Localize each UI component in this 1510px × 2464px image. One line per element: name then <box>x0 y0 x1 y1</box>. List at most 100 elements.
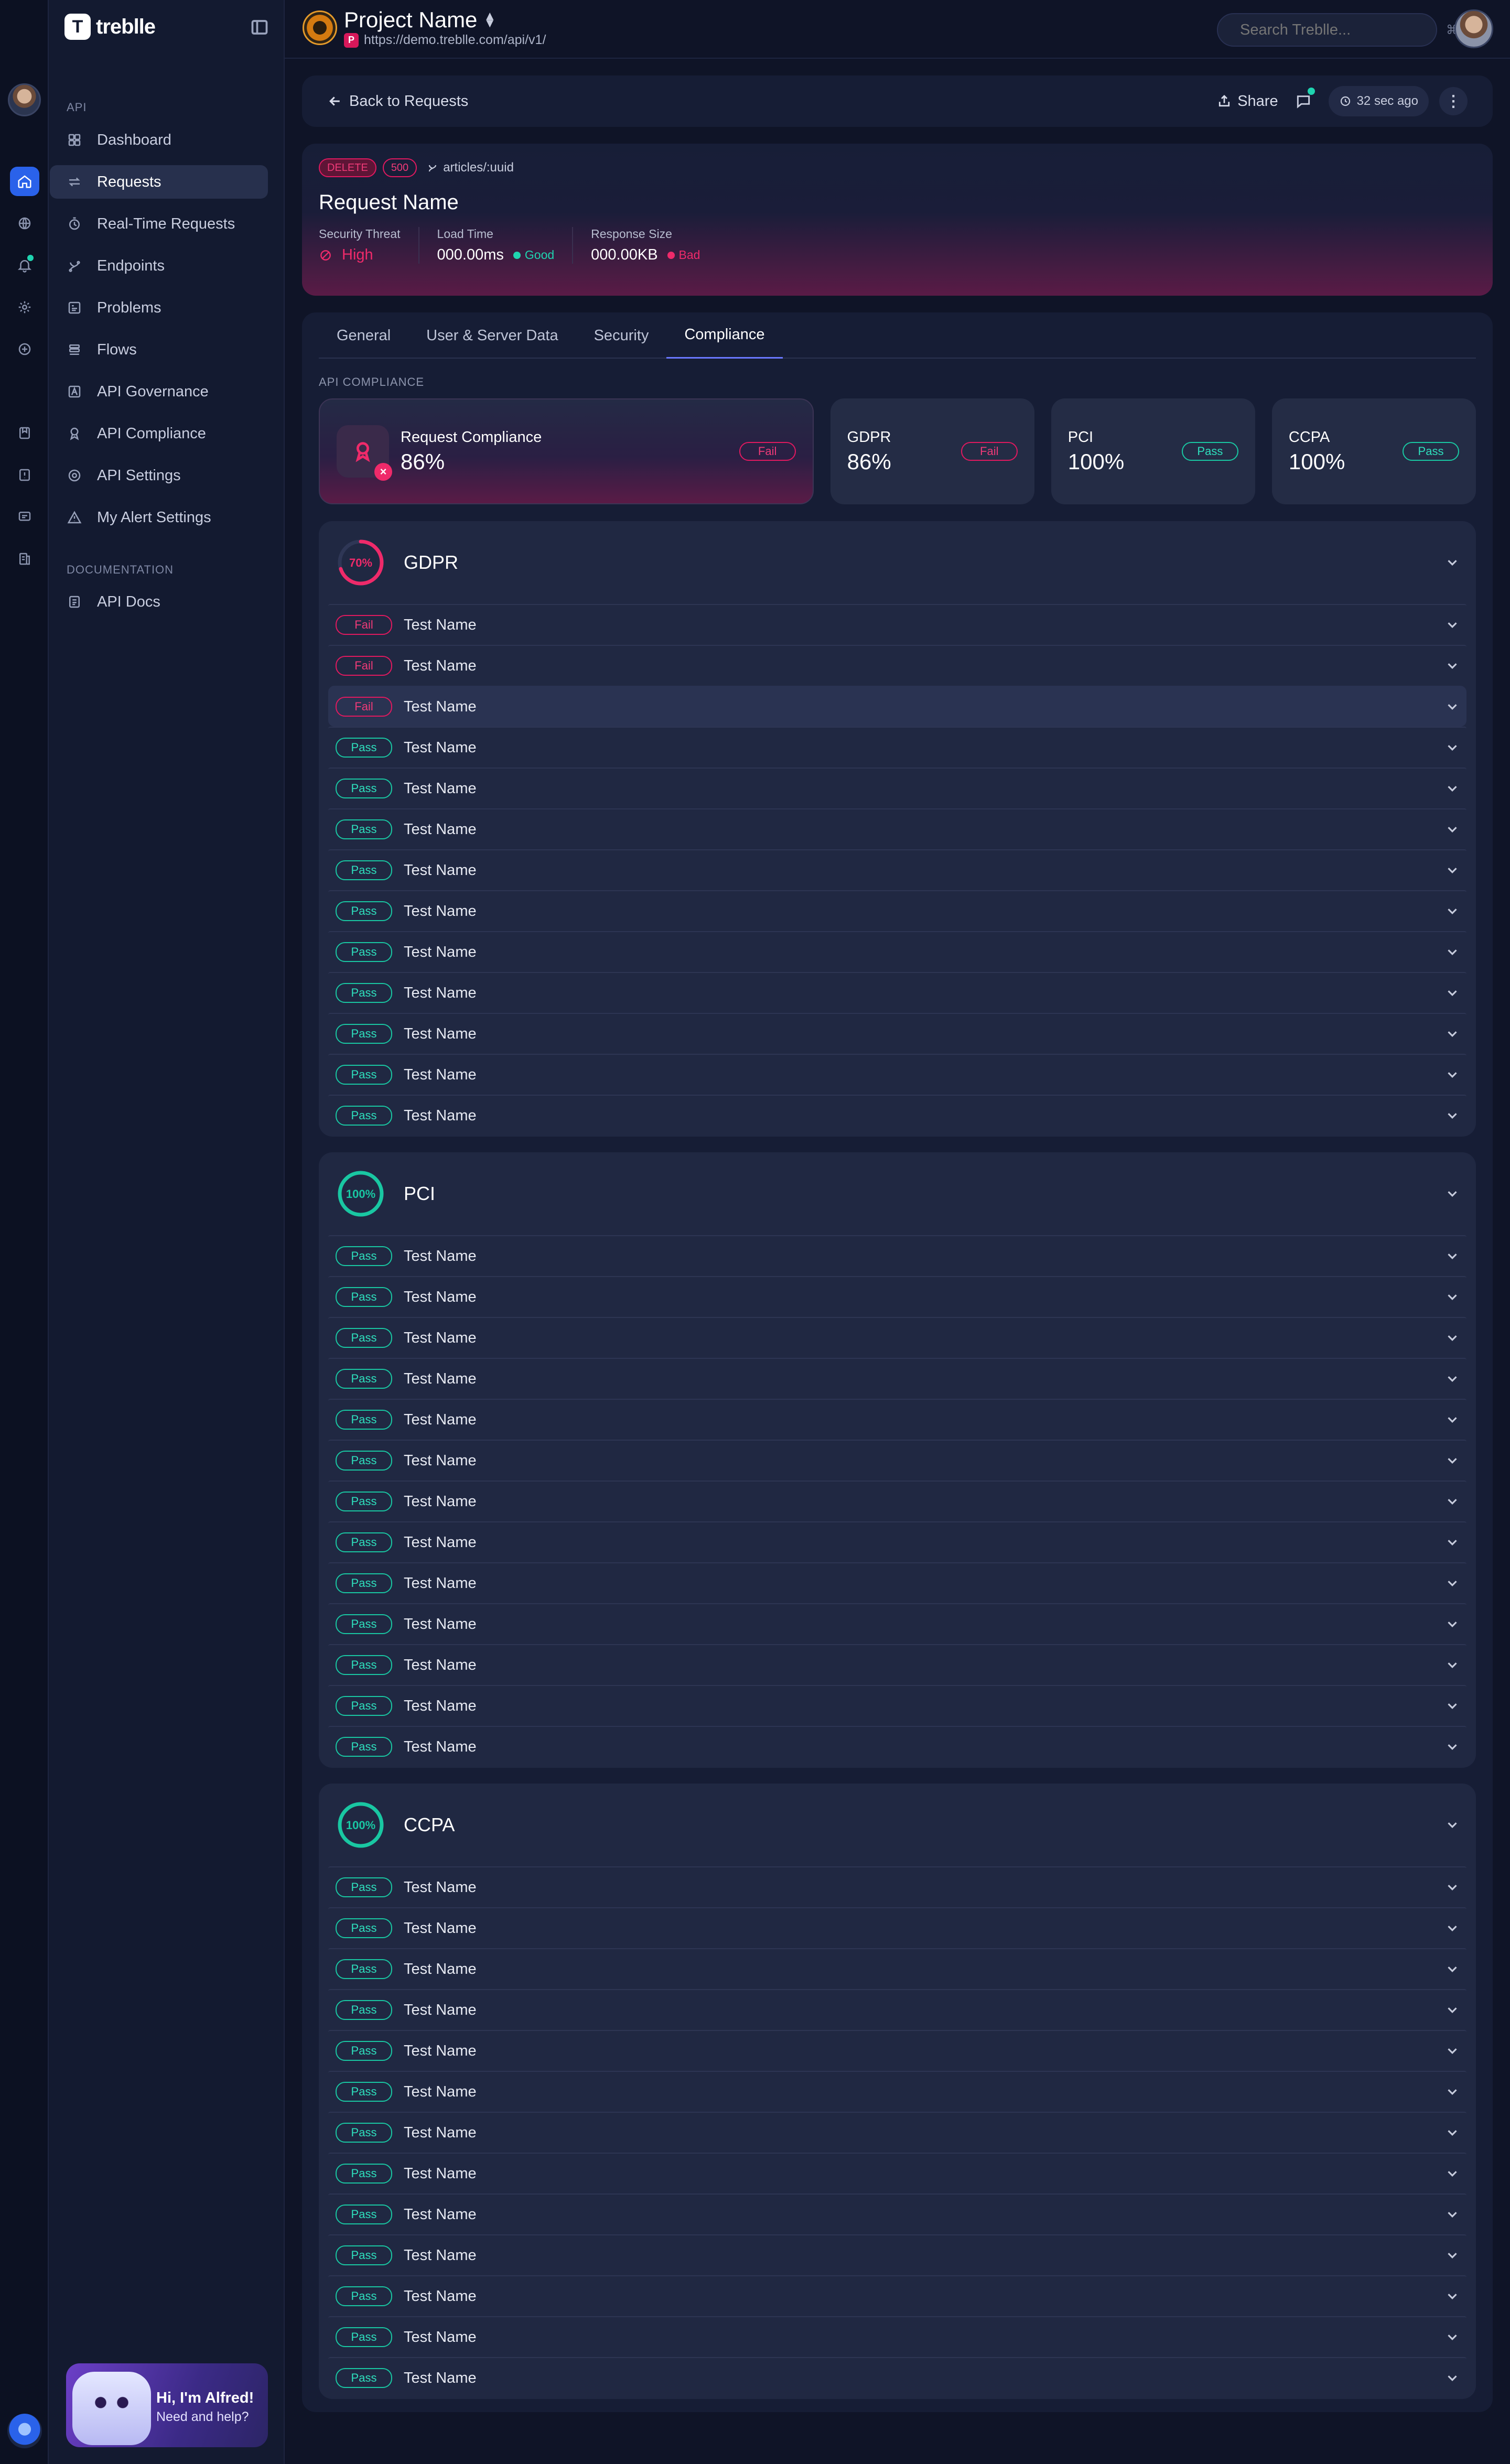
test-row[interactable]: Pass Test Name <box>328 1989 1466 2030</box>
search-bar[interactable]: ⌘K <box>1217 13 1467 47</box>
chevron-down-icon[interactable] <box>1444 2247 1460 2263</box>
chevron-down-icon[interactable] <box>1444 699 1460 715</box>
test-row[interactable]: Pass Test Name <box>328 1726 1466 1767</box>
sidebar-item-api-docs[interactable]: API Docs <box>50 585 268 619</box>
test-row[interactable]: Pass Test Name <box>328 1054 1466 1095</box>
test-row[interactable]: Pass Test Name <box>328 972 1466 1013</box>
test-row[interactable]: Pass Test Name <box>328 1358 1466 1399</box>
test-row[interactable]: Pass Test Name <box>328 931 1466 972</box>
chevron-down-icon[interactable] <box>1444 617 1460 633</box>
bell-icon[interactable] <box>10 251 39 280</box>
chevron-down-icon[interactable] <box>1444 1186 1460 1202</box>
home-icon[interactable] <box>10 167 39 196</box>
test-row[interactable]: Pass Test Name <box>328 2112 1466 2153</box>
sidebar-item-api-settings[interactable]: API Settings <box>50 459 268 492</box>
chevron-down-icon[interactable] <box>1444 1739 1460 1755</box>
chevron-down-icon[interactable] <box>1444 2288 1460 2304</box>
tab-user-server-data[interactable]: User & Server Data <box>408 312 576 359</box>
chevron-down-icon[interactable] <box>1444 1108 1460 1123</box>
chevron-down-icon[interactable] <box>1444 2125 1460 2141</box>
chevron-down-icon[interactable] <box>1444 1494 1460 1509</box>
test-row[interactable]: Pass Test Name <box>328 1399 1466 1440</box>
test-row[interactable]: Pass Test Name <box>328 1440 1466 1480</box>
add-circle-icon[interactable] <box>10 334 39 364</box>
chevron-down-icon[interactable] <box>1444 1920 1460 1936</box>
test-row[interactable]: Fail Test Name <box>328 645 1466 686</box>
test-row[interactable]: Fail Test Name <box>328 604 1466 645</box>
chevron-down-icon[interactable] <box>1444 1961 1460 1977</box>
chevron-down-icon[interactable] <box>1444 1657 1460 1673</box>
search-input[interactable] <box>1239 20 1439 39</box>
chevron-down-icon[interactable] <box>1444 740 1460 755</box>
chevron-down-icon[interactable] <box>1444 985 1460 1001</box>
chevron-down-icon[interactable] <box>1444 1412 1460 1428</box>
chevron-down-icon[interactable] <box>1444 1289 1460 1305</box>
chevron-down-icon[interactable] <box>1444 1879 1460 1895</box>
chevron-down-icon[interactable] <box>1444 822 1460 837</box>
test-row[interactable]: Fail Test Name <box>328 686 1466 727</box>
more-options-icon[interactable]: ⋮ <box>1439 87 1468 115</box>
test-row[interactable]: Pass Test Name <box>328 1948 1466 1989</box>
chevron-down-icon[interactable] <box>1444 2329 1460 2345</box>
test-row[interactable]: Pass Test Name <box>328 2193 1466 2234</box>
sidebar-item-realtime[interactable]: Real-Time Requests <box>50 207 268 241</box>
share-button[interactable]: Share <box>1216 93 1278 110</box>
test-row[interactable]: Pass Test Name <box>328 1562 1466 1603</box>
book-icon[interactable] <box>10 460 39 490</box>
sidebar-item-governance[interactable]: API Governance <box>50 375 268 408</box>
sidebar-item-problems[interactable]: Problems <box>50 291 268 325</box>
chevron-down-icon[interactable] <box>1444 1371 1460 1387</box>
test-row[interactable]: Pass Test Name <box>328 1644 1466 1685</box>
chevron-down-icon[interactable] <box>1444 658 1460 674</box>
chevron-down-icon[interactable] <box>1444 1534 1460 1550</box>
document-icon[interactable] <box>10 544 39 574</box>
test-row[interactable]: Pass Test Name <box>328 2030 1466 2071</box>
chevron-down-icon[interactable] <box>1444 944 1460 960</box>
sidebar-collapse-icon[interactable] <box>250 18 269 37</box>
sidebar-item-compliance[interactable]: API Compliance <box>50 417 268 450</box>
chevron-down-icon[interactable] <box>1444 1248 1460 1264</box>
chevron-down-icon[interactable] <box>1444 1330 1460 1346</box>
test-row[interactable]: Pass Test Name <box>328 2234 1466 2275</box>
group-header[interactable]: 70% GDPR <box>328 521 1466 604</box>
back-to-requests-link[interactable]: Back to Requests <box>327 93 468 110</box>
brand[interactable]: T treblle <box>64 14 156 40</box>
sidebar-item-requests[interactable]: Requests <box>50 165 268 199</box>
help-card[interactable]: Hi, I'm Alfred! Need and help? <box>66 2363 268 2447</box>
test-row[interactable]: Pass Test Name <box>328 1276 1466 1317</box>
chevron-down-icon[interactable] <box>1444 2084 1460 2100</box>
project-switcher[interactable]: Project Name ▲ ▼ <box>344 7 496 33</box>
chevron-down-icon[interactable] <box>1444 1616 1460 1632</box>
test-row[interactable]: Pass Test Name <box>328 808 1466 849</box>
test-row[interactable]: Pass Test Name <box>328 1235 1466 1276</box>
project-icon[interactable] <box>303 10 337 45</box>
cog-icon[interactable] <box>10 293 39 322</box>
chevron-down-icon[interactable] <box>1444 2370 1460 2386</box>
assistant-avatar[interactable] <box>7 2414 42 2448</box>
test-row[interactable]: Pass Test Name <box>328 1603 1466 1644</box>
chevron-down-icon[interactable] <box>1444 2207 1460 2222</box>
test-row[interactable]: Pass Test Name <box>328 849 1466 890</box>
chevron-down-icon[interactable] <box>1444 2166 1460 2181</box>
chevron-down-icon[interactable] <box>1444 1698 1460 1714</box>
test-row[interactable]: Pass Test Name <box>328 768 1466 808</box>
chevron-down-icon[interactable] <box>1444 1453 1460 1468</box>
chevron-down-icon[interactable] <box>1444 1575 1460 1591</box>
test-row[interactable]: Pass Test Name <box>328 2153 1466 2193</box>
test-row[interactable]: Pass Test Name <box>328 1866 1466 1907</box>
sidebar-item-endpoints[interactable]: Endpoints <box>50 249 268 283</box>
test-row[interactable]: Pass Test Name <box>328 890 1466 931</box>
sidebar-item-flows[interactable]: Flows <box>50 333 268 366</box>
test-row[interactable]: Pass Test Name <box>328 2357 1466 2398</box>
tab-security[interactable]: Security <box>576 312 667 359</box>
user-avatar[interactable] <box>1454 9 1493 48</box>
tab-compliance[interactable]: Compliance <box>666 312 783 359</box>
test-row[interactable]: Pass Test Name <box>328 1480 1466 1521</box>
test-row[interactable]: Pass Test Name <box>328 1013 1466 1054</box>
chevron-down-icon[interactable] <box>1444 555 1460 570</box>
test-row[interactable]: Pass Test Name <box>328 727 1466 768</box>
test-row[interactable]: Pass Test Name <box>328 2071 1466 2112</box>
chevron-down-icon[interactable] <box>1444 2043 1460 2059</box>
tab-general[interactable]: General <box>319 312 408 359</box>
chevron-down-icon[interactable] <box>1444 1026 1460 1042</box>
